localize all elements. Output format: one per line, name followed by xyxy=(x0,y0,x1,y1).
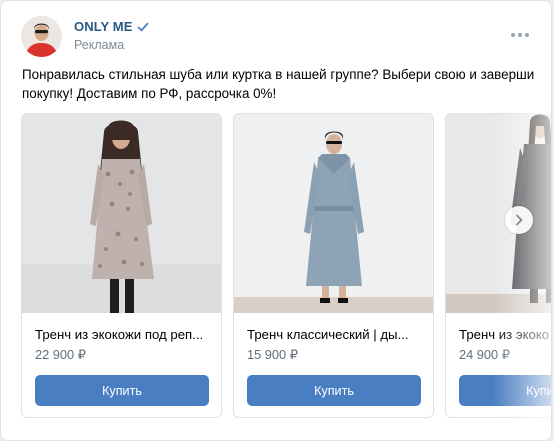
buy-button[interactable]: Купить xyxy=(35,375,209,406)
more-dots-icon[interactable] xyxy=(510,29,530,41)
product-card[interactable]: Тренч из экокожи под реп... 22 900 ₽ Куп… xyxy=(21,113,222,418)
product-price: 22 900 ₽ xyxy=(35,347,86,362)
product-carousel: Тренч из экокожи под реп... 22 900 ₽ Куп… xyxy=(21,113,551,419)
author-name[interactable]: ONLY ME xyxy=(74,19,149,34)
product-title[interactable]: Тренч из экокожи под реп... xyxy=(35,327,213,342)
product-image[interactable] xyxy=(22,114,221,313)
product-image[interactable] xyxy=(446,114,551,313)
chevron-right-icon[interactable] xyxy=(505,206,533,234)
buy-button[interactable]: Купить xyxy=(247,375,421,406)
product-card[interactable]: Тренч из экоко 24 900 ₽ Купить xyxy=(445,113,551,418)
ad-post: ONLY ME Реклама Понравилась стильная шуб… xyxy=(0,0,552,441)
verified-check-icon xyxy=(137,21,149,33)
ad-label: Реклама xyxy=(74,38,125,52)
product-title[interactable]: Тренч классический | ды... xyxy=(247,327,425,342)
post-text: Понравилась стильная шуба или куртка в н… xyxy=(22,67,535,101)
author-avatar[interactable] xyxy=(21,16,62,57)
product-price: 24 900 ₽ xyxy=(459,347,510,362)
product-title[interactable]: Тренч из экоко xyxy=(459,327,551,342)
author-name-text[interactable]: ONLY ME xyxy=(74,19,133,34)
product-price: 15 900 ₽ xyxy=(247,347,298,362)
product-card[interactable]: Тренч классический | ды... 15 900 ₽ Купи… xyxy=(233,113,434,418)
product-image[interactable] xyxy=(234,114,433,313)
buy-button[interactable]: Купить xyxy=(459,375,551,406)
